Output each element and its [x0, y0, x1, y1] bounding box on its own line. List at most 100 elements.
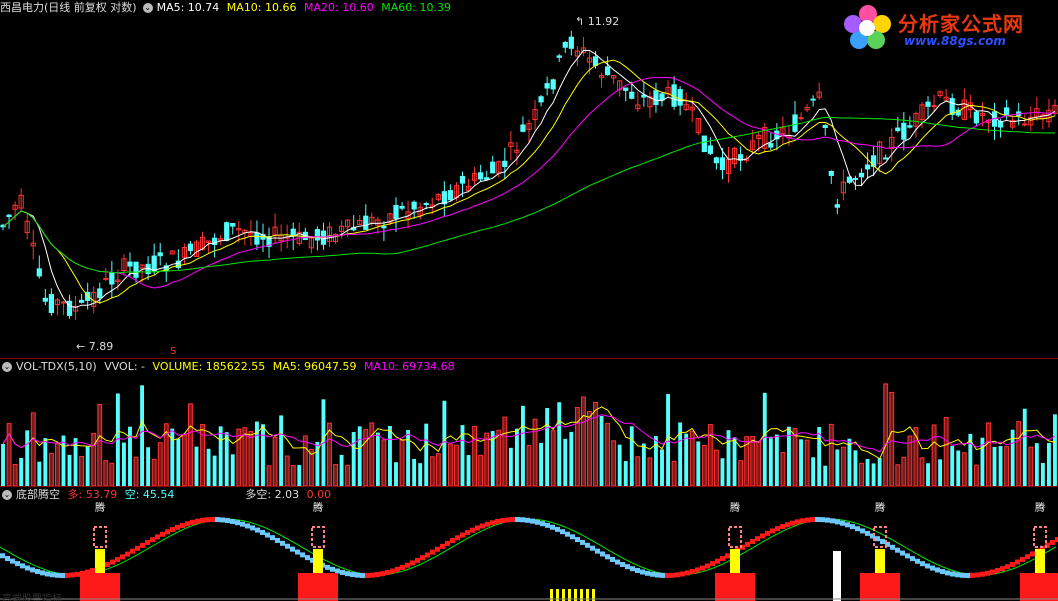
indicator-step	[75, 571, 80, 577]
indicator-step	[285, 543, 290, 549]
expand-toggle-icon[interactable]: ⌄	[142, 3, 153, 13]
indicator-step	[950, 571, 955, 577]
indicator-panel[interactable]: ⌄ 底部腾空 多: 53.79 空: 45.54 多空: 2.03 0.00 腾 腾…	[0, 487, 1058, 601]
indicator-step	[880, 538, 885, 544]
indicator-step	[800, 518, 805, 524]
expand-toggle-icon[interactable]: ⌄	[2, 490, 12, 500]
expand-toggle-icon[interactable]: ⌄	[2, 362, 12, 372]
volume-bar	[557, 402, 562, 486]
candle-body	[828, 170, 834, 176]
volume-bar	[266, 465, 272, 486]
logo-url: www.88gs.com	[904, 34, 1006, 48]
indicator-step	[660, 572, 665, 578]
candle-body	[109, 272, 115, 285]
candle-body	[719, 157, 726, 171]
candle-body	[314, 229, 321, 241]
candle-body	[883, 157, 889, 160]
candle-body	[1022, 123, 1028, 126]
indicator-step	[195, 518, 200, 524]
volume-bar	[170, 428, 175, 486]
indicator-line	[0, 518, 1057, 576]
candle-body	[822, 124, 828, 128]
price-panel[interactable]: 西昌电力(日线 前复权 对数) ⌄ MA5: 10.74 MA10: 10.66 M…	[0, 0, 1058, 358]
indicator-step	[615, 559, 620, 565]
indicator-step	[40, 570, 45, 576]
volume-bar	[629, 426, 634, 486]
indicator-step	[905, 553, 910, 559]
volume-bars[interactable]	[0, 359, 1058, 486]
indicator-step	[985, 570, 990, 576]
volume-bar	[454, 444, 459, 486]
indicator-step	[325, 564, 330, 570]
vol-title: VOL-TDX(5,10)	[16, 360, 97, 373]
indicator-step	[395, 566, 400, 572]
volume-bar	[97, 403, 103, 486]
low-price-label: ← 7.89	[76, 340, 114, 353]
indicator-step	[1050, 539, 1055, 545]
indicator-step	[420, 555, 425, 561]
indicator-step	[935, 567, 940, 573]
indicator-step	[990, 569, 995, 575]
candle-body	[441, 191, 447, 205]
indicator-chart[interactable]: 腾腾腾腾腾	[0, 487, 1058, 601]
volume-bar	[877, 457, 882, 486]
indicator-step	[25, 565, 30, 571]
candle-body	[411, 201, 417, 210]
indicator-step	[430, 549, 435, 555]
volume-bar	[871, 463, 876, 486]
indicator-step	[60, 572, 65, 578]
indicator-step	[235, 520, 240, 526]
indicator-step	[405, 562, 410, 568]
indicator-step	[930, 565, 935, 571]
indicator-step	[595, 548, 600, 554]
candle-body	[103, 277, 109, 280]
signal-bar	[730, 549, 740, 573]
indicator-step	[815, 517, 820, 522]
candle-body	[834, 204, 840, 208]
volume-bar	[345, 464, 351, 486]
volume-bar	[774, 434, 779, 486]
teng-signal-label: 腾	[1035, 501, 1045, 514]
volume-bar	[375, 432, 380, 486]
indicator-step	[365, 572, 370, 578]
volume-bar	[1040, 463, 1045, 486]
sell-signal-mark: S	[170, 346, 177, 357]
indicator-step	[840, 520, 845, 526]
candle-body	[707, 145, 713, 154]
indicator-step	[140, 542, 145, 548]
indicator-step	[110, 559, 115, 565]
volume-bar	[103, 460, 109, 486]
indicator-step	[245, 523, 250, 529]
indicator-step	[680, 571, 685, 577]
candlestick-chart[interactable]	[0, 0, 1058, 358]
candle-body	[157, 252, 163, 257]
indicator-step	[545, 522, 550, 528]
ma5-value: MA5: 10.74	[156, 1, 220, 14]
zero-value: 0.00	[306, 488, 332, 501]
volume-bar	[25, 430, 30, 486]
candle-body	[949, 98, 955, 115]
candle-body	[864, 164, 871, 170]
candle-body	[592, 56, 599, 66]
candle-body	[623, 87, 629, 91]
volume-value: VOLUME: 185622.55	[152, 360, 266, 373]
volume-bar	[333, 464, 338, 486]
volume-panel[interactable]: ⌄ VOL-TDX(5,10) VVOL: - VOLUME: 185622.55…	[0, 359, 1058, 486]
volume-bar	[79, 455, 85, 486]
indicator-step	[805, 517, 810, 523]
volume-bar	[865, 458, 870, 486]
indicator-step	[550, 524, 555, 530]
indicator-step	[510, 517, 515, 523]
indicator-step	[145, 540, 150, 546]
volume-bar	[907, 435, 913, 486]
site-logo[interactable]: 分析家公式网 www.88gs.com	[840, 2, 1050, 52]
candle-body	[907, 125, 913, 128]
indicator-step	[1030, 551, 1035, 557]
candle-body	[604, 66, 611, 76]
bottom-block	[715, 573, 755, 601]
volume-bar	[67, 454, 72, 486]
indicator-step	[350, 572, 355, 578]
signal-box	[728, 526, 742, 548]
candle-body	[901, 122, 907, 140]
indicator-step	[900, 550, 905, 556]
